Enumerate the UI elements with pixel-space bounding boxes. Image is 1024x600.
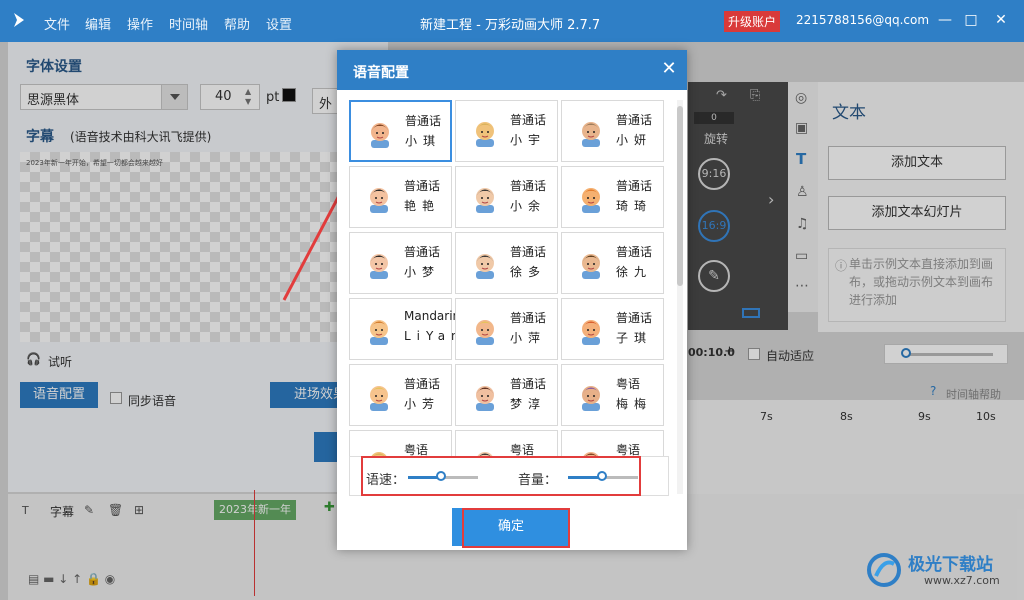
avatar-icon	[370, 386, 388, 411]
avatar-icon	[582, 188, 600, 213]
voice-name: 小梦	[404, 265, 441, 279]
voice-language: 普通话	[510, 179, 547, 193]
voice-list: 普通话 小琪 普通话 小宇 普通话 小妍 普通话 艳艳 普通话 小余 普通话 琦琦 普通话 小梦 普通话 徐多…	[349, 100, 669, 494]
voice-name: 小余	[510, 199, 547, 213]
dialog-title: 语音配置	[353, 65, 409, 81]
window-title: 新建工程 - 万彩动画大师 2.7.7	[420, 18, 601, 33]
voice-language: 普通话	[616, 245, 653, 259]
avatar-icon	[370, 188, 388, 213]
voice-name: 子琪	[616, 331, 653, 345]
voice-card[interactable]: 普通话 小芳	[349, 364, 452, 426]
voice-card[interactable]: 普通话 小余	[455, 166, 558, 228]
close-icon[interactable]: ✕	[659, 59, 679, 79]
voice-card[interactable]: Mandarin LiYang	[349, 298, 472, 360]
voice-name: 梅梅	[616, 397, 653, 411]
voice-card[interactable]: 普通话 艳艳	[349, 166, 452, 228]
menu-settings[interactable]: 设置	[266, 14, 292, 33]
watermark-brand: 极光下载站	[908, 555, 993, 575]
voice-name: 琦琦	[616, 199, 653, 213]
voice-config-dialog: 语音配置 ✕ 普通话 小琪 普通话 小宇 普通话 小妍 普通话 艳艳 普通话 小余 普通话 琦琦 普通话…	[337, 50, 687, 550]
watermark-logo-icon	[867, 553, 901, 587]
voice-name: 徐多	[510, 265, 547, 279]
app-logo-icon	[14, 13, 24, 27]
voice-language: 普通话	[404, 179, 441, 193]
menu-file[interactable]: 文件	[44, 14, 70, 33]
voice-name: 小宇	[510, 133, 547, 147]
voice-language: 普通话	[404, 377, 441, 391]
avatar-icon	[476, 122, 494, 147]
voice-card[interactable]: 普通话 小萍	[455, 298, 558, 360]
voice-card[interactable]: 普通话 小梦	[349, 232, 452, 294]
avatar-icon	[476, 320, 494, 345]
voice-language: 普通话	[405, 114, 442, 128]
avatar-icon	[476, 386, 494, 411]
menu-operate[interactable]: 操作	[127, 14, 153, 33]
voice-language: 普通话	[510, 113, 547, 127]
voice-language: 普通话	[616, 113, 653, 127]
title-bar: 文件 编辑 操作 时间轴 帮助 设置 新建工程 - 万彩动画大师 2.7.7 升…	[0, 0, 1024, 42]
voice-language: 普通话	[616, 311, 653, 325]
account-email[interactable]: 2215788156@qq.com	[796, 13, 929, 27]
avatar-icon	[582, 320, 600, 345]
avatar-icon	[582, 122, 600, 147]
voice-name: 小琪	[405, 134, 442, 148]
highlight-box	[361, 456, 641, 496]
voice-card[interactable]: 普通话 小琪	[349, 100, 452, 162]
scrollbar[interactable]	[677, 100, 683, 494]
voice-card[interactable]: 普通话 徐九	[561, 232, 664, 294]
scrollbar-thumb[interactable]	[677, 106, 683, 286]
watermark: 极光下载站 www.xz7.com	[866, 548, 1022, 594]
watermark-url: www.xz7.com	[924, 574, 1000, 587]
menu-timeline[interactable]: 时间轴	[169, 14, 208, 33]
voice-name: 小芳	[404, 397, 441, 411]
avatar-icon	[370, 320, 388, 345]
voice-language: Mandarin	[404, 309, 461, 323]
avatar-icon	[476, 188, 494, 213]
voice-card[interactable]: 粤语 梅梅	[561, 364, 664, 426]
voice-card[interactable]: 普通话 琦琦	[561, 166, 664, 228]
voice-name: 艳艳	[404, 199, 441, 213]
avatar-icon	[476, 254, 494, 279]
voice-card[interactable]: 普通话 梦淳	[455, 364, 558, 426]
avatar-icon	[371, 123, 389, 148]
voice-language: 普通话	[616, 179, 653, 193]
voice-name: 小妍	[616, 133, 653, 147]
voice-language: 普通话	[510, 245, 547, 259]
voice-language: 粤语	[616, 377, 641, 391]
menu-edit[interactable]: 编辑	[85, 14, 111, 33]
upgrade-button[interactable]: 升级账户	[724, 11, 781, 32]
voice-name: 小萍	[510, 331, 547, 345]
voice-card[interactable]: 普通话 徐多	[455, 232, 558, 294]
voice-card[interactable]: 普通话 小宇	[455, 100, 558, 162]
avatar-icon	[370, 254, 388, 279]
dialog-header: 语音配置 ✕	[337, 50, 687, 90]
voice-card[interactable]: 普通话 子琪	[561, 298, 664, 360]
avatar-icon	[582, 254, 600, 279]
voice-card[interactable]: 普通话 小妍	[561, 100, 664, 162]
voice-language: 普通话	[404, 245, 441, 259]
highlight-box	[462, 508, 570, 548]
voice-language: 普通话	[510, 311, 547, 325]
voice-language: 普通话	[510, 377, 547, 391]
maximize-icon[interactable]: □	[962, 11, 980, 29]
menu-help[interactable]: 帮助	[224, 14, 250, 33]
avatar-icon	[582, 386, 600, 411]
close-window-icon[interactable]: ✕	[992, 11, 1010, 29]
voice-name: 梦淳	[510, 397, 547, 411]
voice-name: 徐九	[616, 265, 653, 279]
minimize-icon[interactable]: —	[936, 11, 954, 29]
